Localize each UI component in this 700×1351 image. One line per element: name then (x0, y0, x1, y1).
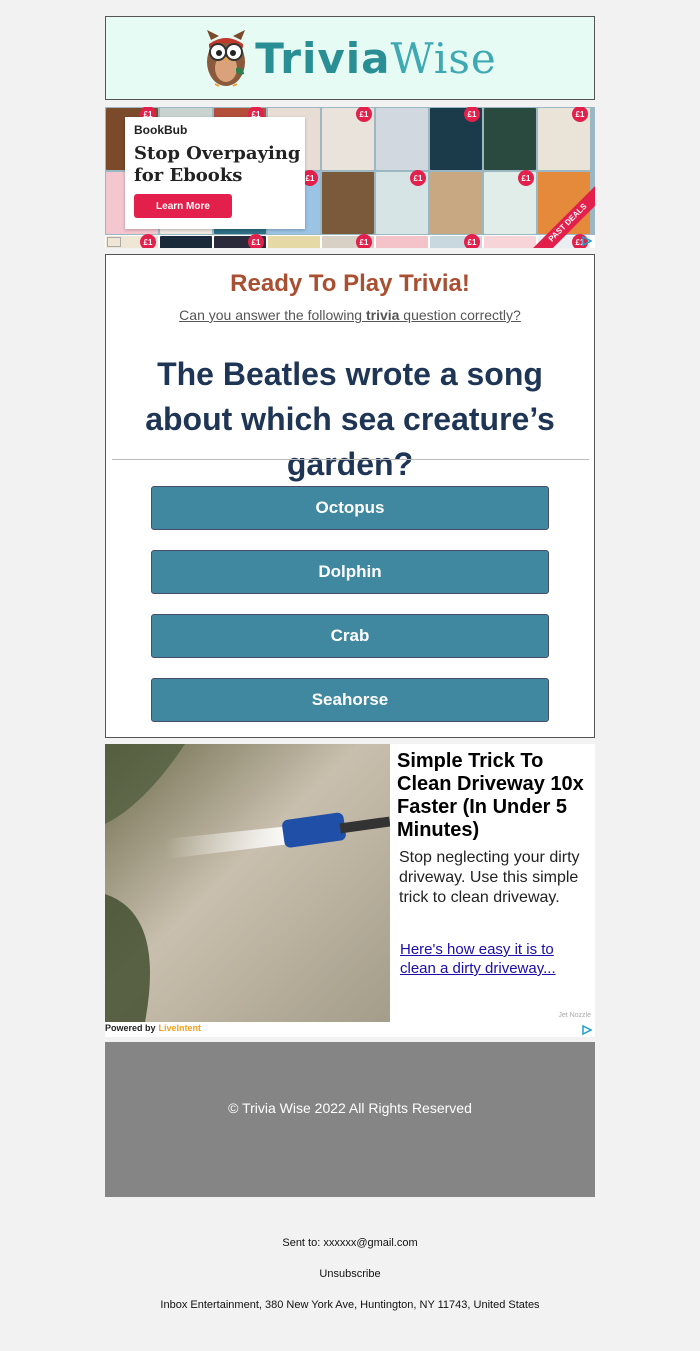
answer-button-octopus[interactable]: Octopus (151, 486, 549, 530)
logo-text-wise: Wise (390, 33, 497, 83)
trivia-question: The Beatles wrote a song about which sea… (145, 356, 555, 482)
driveway-ad[interactable]: Simple Trick To Clean Driveway 10x Faste… (105, 744, 595, 1037)
price-badge: £1 (356, 107, 372, 122)
subtitle-part-b: trivia (365, 307, 400, 323)
subtitle-part-a: Can you answer the following (179, 307, 366, 323)
pressure-washer-image[interactable] (105, 744, 390, 1022)
learn-more-button[interactable]: Learn More (134, 194, 232, 218)
adchoices-icon[interactable] (582, 1025, 592, 1035)
book-cover: £1 (430, 234, 482, 248)
book-cover (160, 236, 212, 248)
book-cover: £1 (376, 170, 428, 234)
bookbub-ad[interactable]: £1£1£1£1£1£1£1£1£1£1£1£1£1£1 BookBub Sto… (105, 107, 595, 248)
price-badge: £1 (356, 234, 372, 248)
answer-button-dolphin[interactable]: Dolphin (151, 550, 549, 594)
answer-button-crab[interactable]: Crab (151, 614, 549, 658)
footer-banner: © Trivia Wise 2022 All Rights Reserved (105, 1042, 595, 1197)
mailing-address: Inbox Entertainment, 380 New York Ave, H… (160, 1299, 540, 1311)
header-banner[interactable]: Trivia Wise (105, 16, 595, 100)
price-badge: £1 (464, 234, 480, 248)
book-cover: £1 (322, 234, 374, 248)
book-cover: £1 (430, 107, 482, 170)
powered-by-label: Powered by (105, 1023, 156, 1033)
book-cover (484, 236, 536, 248)
liveintent-logo: LiveIntent (158, 1023, 202, 1033)
bookbub-logo: BookBub (134, 123, 188, 137)
price-badge: £1 (464, 107, 480, 122)
adchoices-icon[interactable] (582, 236, 592, 246)
driveway-ad-body: Stop neglecting your dirty driveway. Use… (399, 849, 580, 906)
unsubscribe-link[interactable]: Unsubscribe (0, 1268, 700, 1280)
book-cover: £1 (322, 107, 374, 170)
broken-image-icon (107, 237, 121, 247)
subtitle-part-c: question correctly? (399, 307, 521, 323)
owl-logo-icon (203, 28, 249, 88)
ad-credit: Jet Nozzle (558, 1012, 591, 1019)
trivia-card: Ready To Play Trivia! Can you answer the… (105, 254, 595, 738)
trivia-subtitle-link[interactable]: Can you answer the following trivia ques… (106, 307, 594, 323)
logo-text-trivia: Trivia (255, 33, 391, 83)
book-cover: £1 (484, 170, 536, 234)
price-badge: £1 (248, 234, 264, 248)
price-badge: £1 (572, 107, 588, 122)
driveway-ad-link[interactable]: Here's how easy it is to clean a dirty d… (400, 940, 590, 978)
book-cover (430, 172, 482, 234)
book-cover (376, 236, 428, 248)
price-badge: £1 (518, 170, 534, 186)
book-cover: £1 (538, 107, 590, 170)
bookbub-ad-card[interactable]: BookBub Stop Overpaying for Ebooks Learn… (125, 117, 305, 229)
trivia-title: Ready To Play Trivia! (230, 270, 470, 297)
book-cover (322, 172, 374, 234)
divider (112, 459, 589, 460)
book-cover (268, 236, 320, 248)
answer-button-seahorse[interactable]: Seahorse (151, 678, 549, 722)
bookbub-headline: Stop Overpaying for Ebooks (134, 143, 301, 186)
book-cover: £1 (214, 234, 266, 248)
price-badge: £1 (140, 234, 156, 248)
driveway-ad-headline[interactable]: Simple Trick To Clean Driveway 10x Faste… (397, 750, 589, 842)
powered-by[interactable]: Powered by LiveIntent (105, 1023, 201, 1033)
copyright-text: © Trivia Wise 2022 All Rights Reserved (228, 1100, 472, 1116)
logo-wordmark: Trivia Wise (255, 34, 497, 83)
book-cover (376, 108, 428, 170)
price-badge: £1 (410, 170, 426, 186)
sent-to-text: Sent to: xxxxxx@gmail.com (282, 1237, 418, 1249)
book-cover (484, 108, 536, 170)
